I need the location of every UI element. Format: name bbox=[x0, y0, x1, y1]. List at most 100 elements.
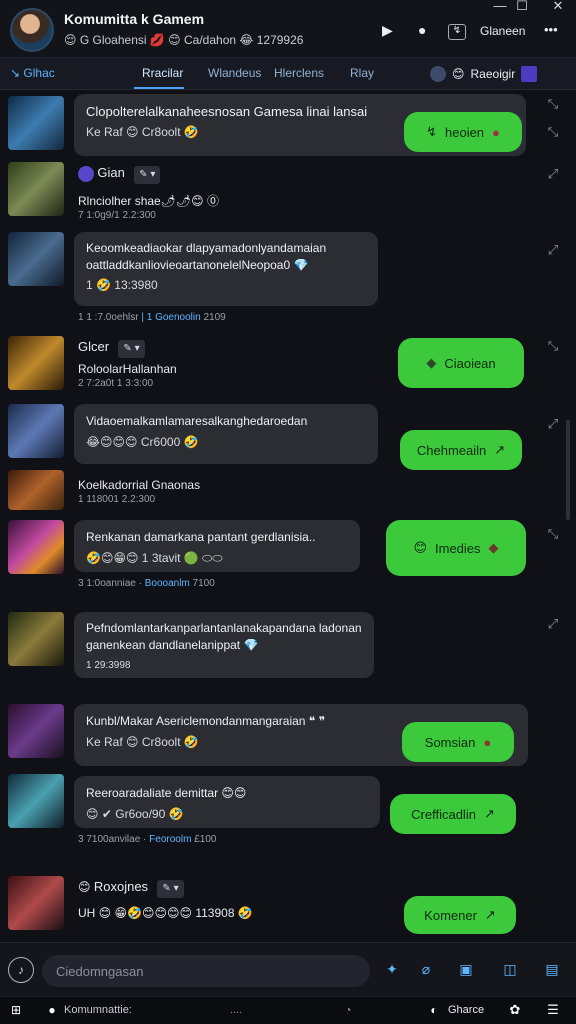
green-reply-bubble[interactable]: Chehmeailn ↗ bbox=[400, 430, 522, 470]
camera-icon[interactable]: ▣ bbox=[456, 959, 476, 979]
scrollbar[interactable] bbox=[566, 420, 570, 520]
message-bubble[interactable]: Renkanan damarkana pantant gerdlanisia..… bbox=[74, 520, 360, 572]
avatar[interactable] bbox=[8, 470, 64, 510]
pin-icon[interactable]: ⤢ bbox=[544, 416, 562, 434]
search-icon: ↘ bbox=[10, 66, 24, 80]
composer-bar: ♪ ✦ ⌀ ▣ ◫ ▤ bbox=[0, 942, 576, 996]
emoji-icon: 😊 bbox=[452, 67, 465, 81]
app-icon[interactable]: ● bbox=[44, 1002, 60, 1018]
close-button[interactable]: ✕ bbox=[544, 0, 572, 12]
green-reply-bubble[interactable]: 😊 Imedies ◆ bbox=[386, 520, 526, 576]
avatar[interactable] bbox=[8, 162, 64, 216]
message-meta: 😊 ✔ Gr6oo/90 🤣 bbox=[86, 807, 184, 821]
sticker-icon[interactable]: ✦ bbox=[382, 959, 402, 979]
group-tag[interactable]: Glaneen bbox=[480, 24, 525, 44]
green-reply-bubble[interactable]: Komener ↗ bbox=[404, 896, 516, 934]
timestamp: 1 118001 2.2:300 bbox=[78, 494, 156, 505]
message-bubble[interactable]: Vidaoemalkamlamaresalkanghedaroedan 😂😊😊😊… bbox=[74, 404, 378, 464]
pin-icon[interactable]: ⤡ bbox=[544, 526, 562, 544]
message-list[interactable]: Clopolterelalkanaheesnosan Gamesa linai … bbox=[0, 90, 576, 942]
timestamp: 3 1:0oanniae · Boooanlm 7100 bbox=[78, 578, 215, 589]
message-text: Rlnciolher shae🌶🌶😊 ⓪ bbox=[78, 194, 220, 208]
avatar[interactable] bbox=[8, 774, 64, 828]
tab-right-label: Raeoigir bbox=[470, 67, 516, 81]
sticker-icon: ◆ bbox=[488, 540, 499, 555]
clock-icon[interactable]: ◔ bbox=[340, 1002, 356, 1018]
tab-search[interactable]: ↘ Glhac bbox=[10, 66, 55, 80]
taskbar-app-label[interactable]: Komumnattie: bbox=[64, 1004, 132, 1016]
group-avatar[interactable] bbox=[10, 8, 54, 52]
avatar[interactable] bbox=[8, 612, 64, 666]
windows-start-icon[interactable]: ⊞ bbox=[8, 1002, 24, 1018]
pin-icon[interactable]: ⤢ bbox=[544, 616, 562, 634]
tab-3[interactable]: Hlerclens bbox=[274, 66, 324, 80]
sender-tag: ✎ ▾ bbox=[134, 166, 161, 184]
avatar[interactable] bbox=[8, 704, 64, 758]
dot-icon: ● bbox=[492, 124, 500, 140]
filter-icon bbox=[430, 66, 446, 82]
tab-4[interactable]: Rlay bbox=[350, 66, 374, 80]
play-icon[interactable]: ▶ bbox=[382, 22, 393, 42]
maximize-button[interactable]: ☐ bbox=[508, 0, 536, 12]
pin-icon[interactable]: ⤡ bbox=[544, 338, 562, 356]
pin-icon[interactable]: ⤡ bbox=[544, 96, 562, 114]
message-text: Pefndomlantarkanparlantanlanakapandana l… bbox=[86, 621, 362, 652]
taskbar: ⊞ ● Komumnattie: .... ◔ ◐ Gharce ✿ ☰ bbox=[0, 996, 576, 1024]
avatar[interactable] bbox=[8, 520, 64, 574]
sender-name: Glcer bbox=[78, 339, 110, 354]
menu-icon[interactable]: ☰ bbox=[544, 1001, 562, 1019]
tab-right-group[interactable]: 😊 Raeoigir bbox=[430, 64, 538, 84]
chat-title: Komumitta k Gamem bbox=[64, 11, 205, 27]
tab-1[interactable]: Rracilar bbox=[142, 66, 183, 80]
tab-2[interactable]: Wlandeus bbox=[208, 66, 261, 80]
timestamp: 2 7:2a0t 1 3:3:00 bbox=[78, 378, 154, 389]
green-reply-bubble[interactable]: Crefficadlin ↗ bbox=[390, 794, 516, 834]
pin-icon[interactable]: ⤡ bbox=[544, 124, 562, 142]
voice-icon[interactable]: ♪ bbox=[8, 957, 34, 983]
send-icon[interactable]: ▤ bbox=[542, 959, 562, 979]
sender-tag: ✎ ▾ bbox=[157, 880, 184, 898]
record-icon[interactable]: ● bbox=[418, 22, 426, 42]
green-reply-bubble[interactable]: ↯ heoien ● bbox=[404, 112, 522, 152]
pin-icon[interactable]: ⤢ bbox=[544, 166, 562, 184]
avatar[interactable] bbox=[8, 336, 64, 390]
message-meta: 🤣😊😁😊 1 3tavit 🟢 ⬭⬭ bbox=[86, 551, 223, 565]
timestamp: 7 1:0g9/1 2.2:300 bbox=[78, 210, 156, 221]
message-text: Koelkadorrial Gnaonas bbox=[78, 478, 201, 492]
sender-badge-icon: 😊 bbox=[78, 880, 91, 894]
reply-label: Crefficadlin bbox=[411, 806, 476, 822]
taskbar-right-label[interactable]: Gharce bbox=[448, 1004, 484, 1016]
gallery-icon[interactable]: ◫ bbox=[500, 959, 520, 979]
reply-label: Ciaoiean bbox=[444, 355, 496, 371]
title-bar: Komumitta k Gamem 😌 G Gloahensi 💋 😊 Ca/d… bbox=[0, 0, 576, 58]
attach-icon[interactable]: ⌀ bbox=[416, 959, 436, 979]
pin-icon[interactable]: ⤢ bbox=[544, 242, 562, 260]
message-text: Renkanan damarkana pantant gerdlanisia.. bbox=[86, 530, 316, 544]
message-bubble[interactable]: Reeroaradaliate demittar 😊😊 😊 ✔ Gr6oo/90… bbox=[74, 776, 380, 828]
message-meta: 1 29:3998 bbox=[86, 660, 131, 671]
more-icon[interactable]: ••• bbox=[544, 22, 558, 42]
green-reply-bubble[interactable]: ◆ Ciaoiean bbox=[398, 338, 524, 388]
message-meta: 1 🤣 13:3980 bbox=[86, 278, 158, 292]
message-bubble[interactable]: Keoomkeadiaokar dlapyamadonlyandamaian o… bbox=[74, 232, 378, 306]
avatar[interactable] bbox=[8, 232, 64, 286]
sender-tag: ✎ ▾ bbox=[118, 340, 145, 358]
avatar[interactable] bbox=[8, 876, 64, 930]
sender-header: Glcer ✎ ▾ bbox=[78, 338, 145, 358]
sender-name: Gian bbox=[97, 165, 125, 180]
forward-icon: ↗ bbox=[484, 907, 496, 922]
reply-label: heoien bbox=[445, 124, 485, 140]
star-icon bbox=[521, 66, 538, 82]
active-tab-indicator bbox=[134, 87, 184, 89]
game-icon[interactable]: ✿ bbox=[506, 1001, 524, 1019]
message-input[interactable] bbox=[42, 955, 370, 987]
green-reply-bubble[interactable]: Somsian ● bbox=[402, 722, 514, 762]
link-icon[interactable]: ↯ bbox=[448, 24, 466, 40]
message-bubble[interactable]: Pefndomlantarkanparlantanlanakapandana l… bbox=[74, 612, 374, 678]
avatar[interactable] bbox=[8, 404, 64, 458]
reply-label: Komener bbox=[424, 907, 477, 923]
message-text: UH 😊 😁🤣😊😊😊😊 113908 🤣 bbox=[78, 906, 253, 920]
forward-icon: ↗ bbox=[483, 806, 495, 821]
avatar[interactable] bbox=[8, 96, 64, 150]
share-icon[interactable]: ◐ bbox=[426, 1002, 442, 1018]
